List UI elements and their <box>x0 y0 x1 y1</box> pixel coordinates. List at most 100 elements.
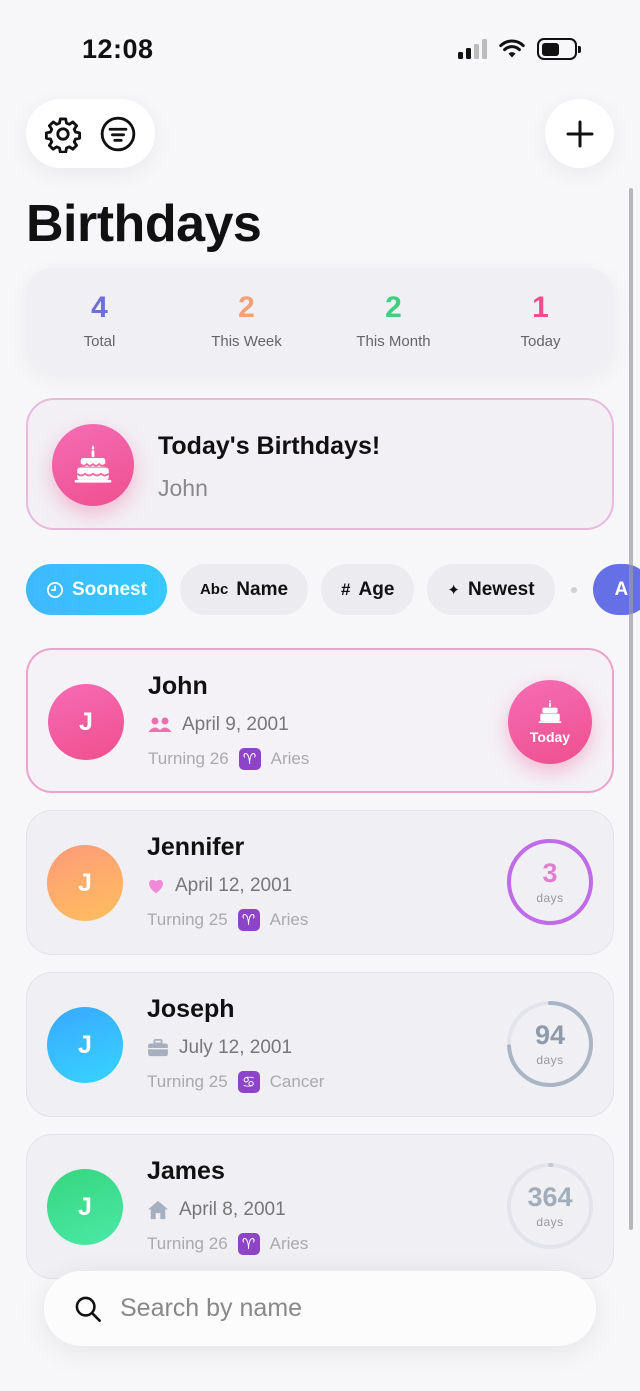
turning-age: Turning 25 <box>147 910 228 929</box>
birthday-card[interactable]: J Joseph July 12, 2001 Turning 25 ♋ Canc… <box>26 972 614 1117</box>
birth-date: April 8, 2001 <box>179 1199 286 1220</box>
avatar: J <box>47 1169 123 1245</box>
birthday-card[interactable]: J Jennifer April 12, 2001 Turning 25 ♈ A… <box>26 810 614 955</box>
plus-icon <box>566 120 593 147</box>
page-title: Birthdays <box>26 195 262 253</box>
birthday-card[interactable]: J John April 9, 2001 Turning 26 ♈ Aries … <box>26 648 614 793</box>
birth-date-row: April 9, 2001 <box>148 714 289 736</box>
days-unit: days <box>536 890 564 905</box>
stat-value: 2 <box>238 290 255 324</box>
zodiac-sign: Aries <box>270 749 310 768</box>
birth-date-row: April 8, 2001 <box>147 1199 286 1221</box>
aries-icon: ♈ <box>238 748 261 770</box>
days-countdown-ring: 94 days <box>505 999 595 1089</box>
status-icons <box>458 38 581 60</box>
person-name: John <box>148 672 208 700</box>
wifi-icon <box>499 39 525 58</box>
zodiac-sign: Aries <box>269 1234 309 1253</box>
meta-row: Turning 25 ♋ Cancer <box>147 1071 324 1093</box>
filter-button[interactable] <box>96 112 140 156</box>
person-name: James <box>147 1157 225 1185</box>
briefcase-icon <box>148 1039 168 1057</box>
person-name: Jennifer <box>147 833 245 861</box>
birth-date-row: July 12, 2001 <box>147 1037 292 1059</box>
avatar: J <box>47 1007 123 1083</box>
today-badge-label: Today <box>529 729 571 745</box>
days-count: 364 <box>527 1181 573 1212</box>
chip-label: A <box>614 578 629 600</box>
meta-row: Turning 25 ♈ Aries <box>147 909 308 931</box>
cake-icon <box>538 699 562 723</box>
zodiac-sign: Cancer <box>269 1072 325 1091</box>
sort-age-chip[interactable]: # Age <box>321 564 415 615</box>
aries-icon: ♈ <box>237 1233 260 1255</box>
aries-icon: ♈ <box>237 909 260 931</box>
battery-icon <box>537 38 581 60</box>
cake-badge <box>52 424 134 506</box>
settings-button[interactable] <box>41 112 85 156</box>
gear-icon <box>45 117 82 153</box>
birth-date-row: April 12, 2001 <box>147 875 292 897</box>
days-count: 94 <box>534 1019 566 1050</box>
hash-icon: # <box>341 579 351 599</box>
birth-date: April 12, 2001 <box>175 875 293 896</box>
add-birthday-button[interactable] <box>545 99 614 168</box>
turning-age: Turning 26 <box>147 1234 228 1253</box>
stat-value: 4 <box>91 290 108 324</box>
heart-icon <box>149 879 163 894</box>
days-countdown-ring: 3 days <box>505 837 595 927</box>
stat-label: This Month <box>356 332 431 350</box>
days-count: 3 <box>542 857 558 888</box>
days-unit: days <box>536 1052 564 1067</box>
top-left-controls <box>26 99 155 168</box>
scrollbar[interactable] <box>629 188 633 1230</box>
search-input[interactable] <box>120 1294 540 1323</box>
chip-label: Newest <box>468 578 535 600</box>
banner-title: Today's Birthdays! <box>158 432 381 460</box>
status-time: 12:08 <box>82 34 154 64</box>
turning-age: Turning 26 <box>148 749 229 768</box>
stat-today: 1 Today <box>467 268 614 372</box>
home-icon <box>148 1200 168 1220</box>
stat-value: 1 <box>532 290 549 324</box>
banner-names: John <box>158 475 208 501</box>
chip-label: Soonest <box>72 578 147 600</box>
stat-this-week: 2 This Week <box>173 268 320 372</box>
meta-row: Turning 26 ♈ Aries <box>148 748 309 770</box>
clock-icon <box>46 581 64 598</box>
stat-label: Today <box>520 332 561 350</box>
days-countdown-ring: 364 days <box>505 1161 595 1251</box>
sort-newest-chip[interactable]: ✦ Newest <box>427 564 555 615</box>
sort-soonest-chip[interactable]: Soonest <box>26 564 167 615</box>
stat-label: Total <box>83 332 116 350</box>
birth-date: April 9, 2001 <box>182 714 289 735</box>
stats-summary: 4 Total 2 This Week 2 This Month 1 Today <box>26 268 614 372</box>
birthday-card[interactable]: J James April 8, 2001 Turning 26 ♈ Aries… <box>26 1134 614 1279</box>
stat-total: 4 Total <box>26 268 173 372</box>
person-name: Joseph <box>147 995 235 1023</box>
days-unit: days <box>536 1214 564 1229</box>
search-bar[interactable] <box>44 1271 596 1346</box>
avatar: J <box>48 684 124 760</box>
avatar: J <box>47 845 123 921</box>
friends-icon <box>148 717 172 732</box>
sort-chips: Soonest Abc Name # Age ✦ Newest A <box>26 564 640 615</box>
chip-label: Name <box>236 578 289 600</box>
zodiac-sign: Aries <box>269 910 309 929</box>
search-icon <box>75 1296 101 1322</box>
today-badge: Today <box>508 680 592 764</box>
chip-label: Age <box>358 578 395 600</box>
meta-row: Turning 26 ♈ Aries <box>147 1233 308 1255</box>
todays-birthdays-banner[interactable]: Today's Birthdays! John <box>26 398 614 530</box>
cake-icon <box>74 445 112 483</box>
filter-lines-icon <box>100 116 136 151</box>
cellular-signal-icon <box>458 39 487 59</box>
chip-separator <box>570 586 577 593</box>
sparkle-icon: ✦ <box>447 581 460 599</box>
stat-label: This Week <box>211 332 282 350</box>
turning-age: Turning 25 <box>147 1072 228 1091</box>
stat-value: 2 <box>385 290 402 324</box>
stat-this-month: 2 This Month <box>320 268 467 372</box>
sort-name-chip[interactable]: Abc Name <box>179 564 309 615</box>
cancer-icon: ♋ <box>237 1071 260 1093</box>
